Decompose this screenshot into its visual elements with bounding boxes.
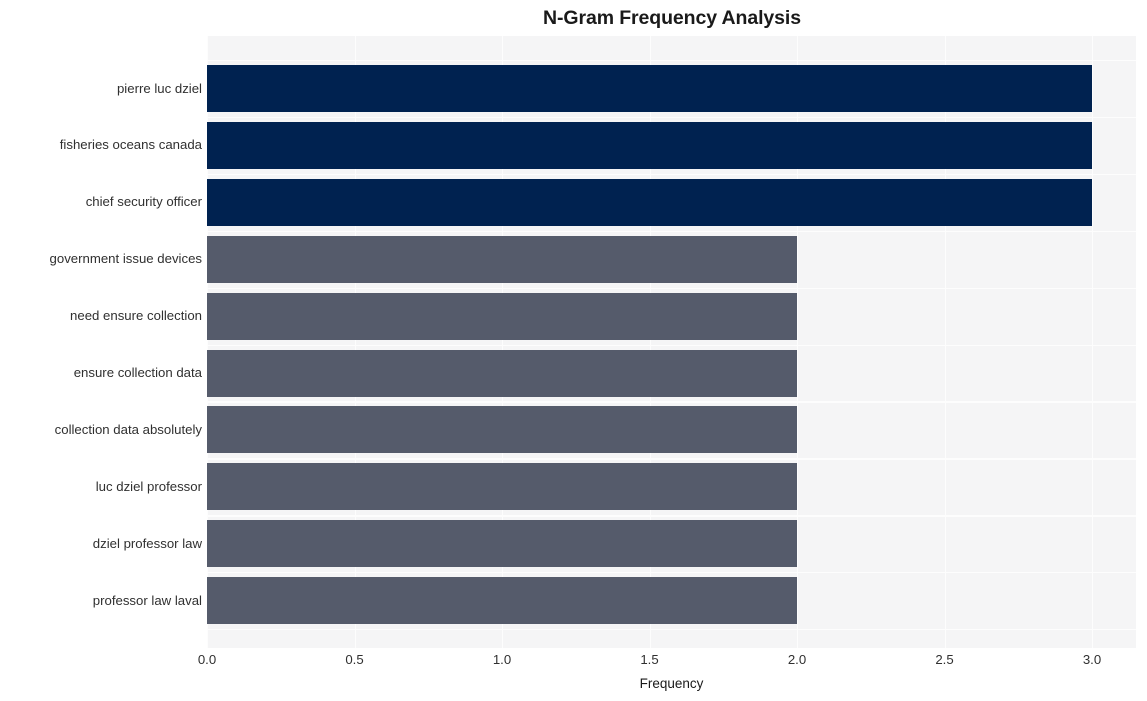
bar[interactable] [207, 349, 797, 397]
gridline-horizontal [207, 230, 1136, 233]
y-axis-tick-label: dziel professor law [92, 535, 202, 551]
x-axis-tick-label: 3.0 [1082, 652, 1102, 667]
bar[interactable] [207, 520, 797, 568]
bar[interactable] [207, 121, 1092, 169]
chart-figure: N-Gram Frequency Analysis pierre luc dzi… [0, 0, 1147, 701]
y-axis-tick-label: chief security officer [85, 194, 202, 210]
gridline-horizontal [207, 60, 1136, 62]
x-axis-tick-label: 1.0 [492, 652, 512, 667]
y-axis-tick-label: professor law laval [92, 592, 202, 608]
x-axis-tick-label: 1.5 [640, 652, 659, 667]
gridline-horizontal [207, 401, 1136, 403]
x-axis-title: Frequency [639, 676, 704, 691]
y-axis-tick-label: collection data absolutely [54, 421, 202, 437]
gridline-horizontal [207, 116, 1136, 119]
y-axis-tick-label: ensure collection data [73, 365, 202, 380]
bar[interactable] [207, 292, 797, 340]
bar[interactable] [207, 577, 797, 625]
page-title: N-Gram Frequency Analysis [543, 7, 801, 29]
gridline-horizontal [207, 515, 1136, 517]
bar[interactable] [207, 406, 797, 454]
gridline-horizontal [207, 173, 1136, 176]
bar[interactable] [207, 463, 797, 511]
y-axis-tick-label: luc dziel professor [95, 478, 202, 494]
plot-area [207, 36, 1136, 648]
gridline-vertical [1092, 36, 1094, 648]
gridline-horizontal [207, 572, 1136, 574]
gridline-horizontal [207, 344, 1136, 346]
y-axis-tick-label: government issue devices [49, 251, 202, 267]
y-axis-tick-label: fisheries oceans canada [59, 137, 202, 153]
bar[interactable] [207, 65, 1092, 112]
gridline-horizontal [207, 458, 1136, 460]
bar[interactable] [207, 178, 1092, 226]
gridline-horizontal [207, 287, 1136, 289]
y-axis-tick-label: pierre luc dziel [116, 80, 202, 96]
bar[interactable] [207, 235, 797, 283]
x-axis-tick-label: 0.0 [197, 652, 217, 667]
x-axis-tick-label: 2.0 [787, 652, 807, 667]
x-axis-tick-label: 0.5 [345, 652, 364, 667]
gridline-horizontal [207, 629, 1136, 631]
y-axis-tick-label: need ensure collection [70, 308, 202, 324]
x-axis-tick-label: 2.5 [935, 652, 954, 667]
